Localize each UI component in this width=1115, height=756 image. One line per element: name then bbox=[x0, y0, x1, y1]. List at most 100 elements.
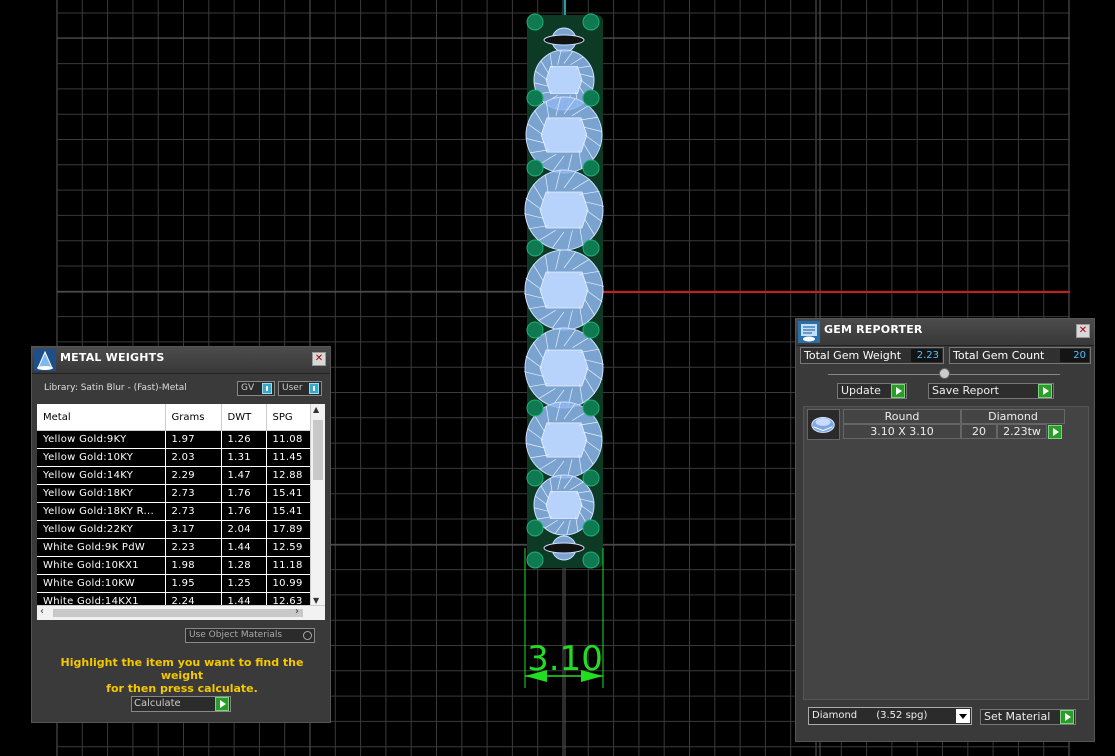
grams-cell: 2.73 bbox=[165, 502, 222, 521]
metal-name-cell: Yellow Gold:9KY bbox=[37, 430, 166, 449]
prong bbox=[582, 239, 600, 257]
play-arrow-icon[interactable] bbox=[891, 384, 905, 398]
gem-reporter-icon bbox=[798, 321, 820, 343]
table-row[interactable]: Yellow Gold:14KY 2.29 1.47 12.88 bbox=[37, 466, 321, 485]
user-toggle[interactable]: User bbox=[278, 381, 322, 396]
radio-icon[interactable] bbox=[303, 631, 312, 640]
scrollbar-thumb[interactable] bbox=[53, 609, 303, 617]
prong bbox=[582, 519, 600, 537]
close-icon[interactable]: ✕ bbox=[312, 352, 326, 366]
scroll-right-icon[interactable]: › bbox=[295, 606, 299, 617]
metal-name-cell: Yellow Gold:18KY R... bbox=[37, 502, 166, 521]
gem-stone bbox=[524, 169, 604, 251]
update-button[interactable]: Update bbox=[837, 383, 907, 399]
metal-name-cell: White Gold:10KX1 bbox=[37, 556, 166, 575]
grams-cell: 1.97 bbox=[165, 430, 222, 449]
metal-name-cell: Yellow Gold:22KY bbox=[37, 520, 166, 539]
hint-line-2: for then press calculate. bbox=[106, 682, 258, 695]
play-arrow-icon[interactable] bbox=[1048, 425, 1062, 439]
gem-reporter-panel: GEM REPORTER ✕ Total Gem Weight 2.23 Tot… bbox=[795, 318, 1095, 742]
table-row[interactable]: Yellow Gold:18KY 2.73 1.76 15.41 bbox=[37, 484, 321, 503]
gv-toggle-label: GV bbox=[241, 383, 255, 393]
gem-stone bbox=[524, 249, 604, 331]
metal-weights-titlebar[interactable]: METAL WEIGHTS ✕ bbox=[32, 347, 330, 374]
metal-name-cell: Yellow Gold:14KY bbox=[37, 466, 166, 485]
dimension-annotation: 3.10 bbox=[524, 548, 604, 688]
prong bbox=[582, 551, 600, 569]
prong bbox=[526, 89, 544, 107]
table-row[interactable]: White Gold:9K PdW 2.23 1.44 12.59 bbox=[37, 538, 321, 557]
gem-reporter-titlebar[interactable]: GEM REPORTER ✕ bbox=[796, 319, 1094, 346]
play-arrow-icon[interactable] bbox=[1038, 384, 1052, 398]
chevron-down-icon[interactable] bbox=[956, 709, 970, 723]
metal-weights-title: METAL WEIGHTS bbox=[60, 351, 165, 364]
grams-cell: 1.95 bbox=[165, 574, 222, 593]
metal-name-cell: White Gold:9K PdW bbox=[37, 538, 166, 557]
prong bbox=[582, 89, 600, 107]
column-header-dwt[interactable]: DWT bbox=[221, 404, 267, 431]
gem-eternity-band-model[interactable] bbox=[524, 13, 604, 569]
column-header-grams[interactable]: Grams bbox=[165, 404, 222, 431]
play-arrow-icon[interactable] bbox=[1060, 710, 1074, 724]
set-material-button[interactable]: Set Material bbox=[980, 709, 1076, 725]
toggle-switch-icon bbox=[262, 383, 272, 394]
toggle-switch-icon bbox=[309, 383, 319, 394]
library-label: Library: Satin Blur - (Fast)-Metal bbox=[44, 383, 187, 393]
prong bbox=[526, 13, 544, 31]
prong bbox=[582, 13, 600, 31]
prong bbox=[582, 321, 600, 339]
gv-toggle[interactable]: GV bbox=[237, 381, 275, 396]
total-gem-count-value: 20 bbox=[1060, 349, 1089, 362]
prong bbox=[582, 159, 600, 177]
dwt-cell: 1.26 bbox=[221, 430, 267, 449]
metal-name-cell: Yellow Gold:10KY bbox=[37, 448, 166, 467]
table-row[interactable]: White Gold:10KX1 1.98 1.28 11.18 bbox=[37, 556, 321, 575]
close-icon[interactable]: ✕ bbox=[1076, 324, 1090, 338]
grams-cell: 2.23 bbox=[165, 538, 222, 557]
table-row[interactable]: Yellow Gold:9KY 1.97 1.26 11.08 bbox=[37, 430, 321, 449]
save-report-button[interactable]: Save Report bbox=[928, 383, 1054, 399]
dwt-cell: 2.04 bbox=[221, 520, 267, 539]
prong bbox=[526, 399, 544, 417]
play-arrow-icon[interactable] bbox=[215, 697, 229, 711]
scroll-left-icon[interactable]: ‹ bbox=[40, 606, 44, 617]
metal-weights-panel: METAL WEIGHTS ✕ Library: Satin Blur - (F… bbox=[31, 346, 331, 723]
table-row[interactable]: Yellow Gold:22KY 3.17 2.04 17.89 bbox=[37, 520, 321, 539]
total-gem-count-field: Total Gem Count 20 bbox=[949, 347, 1091, 364]
vertical-scrollbar[interactable]: ▲ ▼ bbox=[310, 404, 325, 606]
slider-handle[interactable] bbox=[939, 368, 950, 379]
use-object-materials-label: Use Object Materials bbox=[189, 630, 283, 640]
prong bbox=[582, 399, 600, 417]
hint-line-1: Highlight the item you want to find the … bbox=[60, 656, 304, 682]
calculate-label: Calculate bbox=[134, 698, 181, 709]
use-object-materials-toggle[interactable]: Use Object Materials bbox=[185, 628, 315, 643]
gem-size-cell: 3.10 X 3.10 bbox=[843, 424, 961, 439]
dwt-cell: 1.28 bbox=[221, 556, 267, 575]
metal-weights-table-container: Metal Grams DWT SPG Yellow Gold:9KY 1.97 1… bbox=[37, 404, 325, 620]
gem-report-results: Round Diamond 3.10 X 3.10 20 2.23tw bbox=[803, 406, 1089, 700]
calculate-button[interactable]: Calculate bbox=[131, 696, 231, 712]
table-row[interactable]: Yellow Gold:18KY R... 2.73 1.76 15.41 bbox=[37, 502, 321, 521]
user-toggle-label: User bbox=[282, 383, 303, 393]
column-header-metal[interactable]: Metal bbox=[37, 404, 166, 431]
gem-report-row[interactable]: Round Diamond 3.10 X 3.10 20 2.23tw bbox=[807, 409, 1070, 442]
table-row[interactable]: Yellow Gold:10KY 2.03 1.31 11.45 bbox=[37, 448, 321, 467]
grams-cell: 1.98 bbox=[165, 556, 222, 575]
set-material-label: Set Material bbox=[984, 710, 1051, 723]
dwt-cell: 1.25 bbox=[221, 574, 267, 593]
horizontal-scrollbar[interactable]: ‹ › bbox=[37, 605, 325, 620]
metal-weights-icon bbox=[34, 349, 56, 371]
grams-cell: 2.73 bbox=[165, 484, 222, 503]
dwt-cell: 1.44 bbox=[221, 538, 267, 557]
instruction-hint: Highlight the item you want to find the … bbox=[42, 656, 322, 695]
table-row[interactable]: White Gold:10KW 1.95 1.25 10.99 bbox=[37, 574, 321, 593]
scroll-down-icon[interactable]: ▼ bbox=[313, 596, 319, 605]
metal-weights-table: Metal Grams DWT SPG Yellow Gold:9KY 1.97 1… bbox=[37, 404, 321, 620]
total-gem-count-label: Total Gem Count bbox=[953, 349, 1045, 362]
total-gem-weight-label: Total Gem Weight bbox=[804, 349, 902, 362]
scrollbar-thumb[interactable] bbox=[313, 420, 323, 480]
grams-cell: 2.29 bbox=[165, 466, 222, 485]
gem-shape-cell: Round bbox=[843, 409, 961, 424]
material-select[interactable]: Diamond (3.52 spg) bbox=[808, 707, 972, 725]
scroll-up-icon[interactable]: ▲ bbox=[313, 405, 319, 414]
